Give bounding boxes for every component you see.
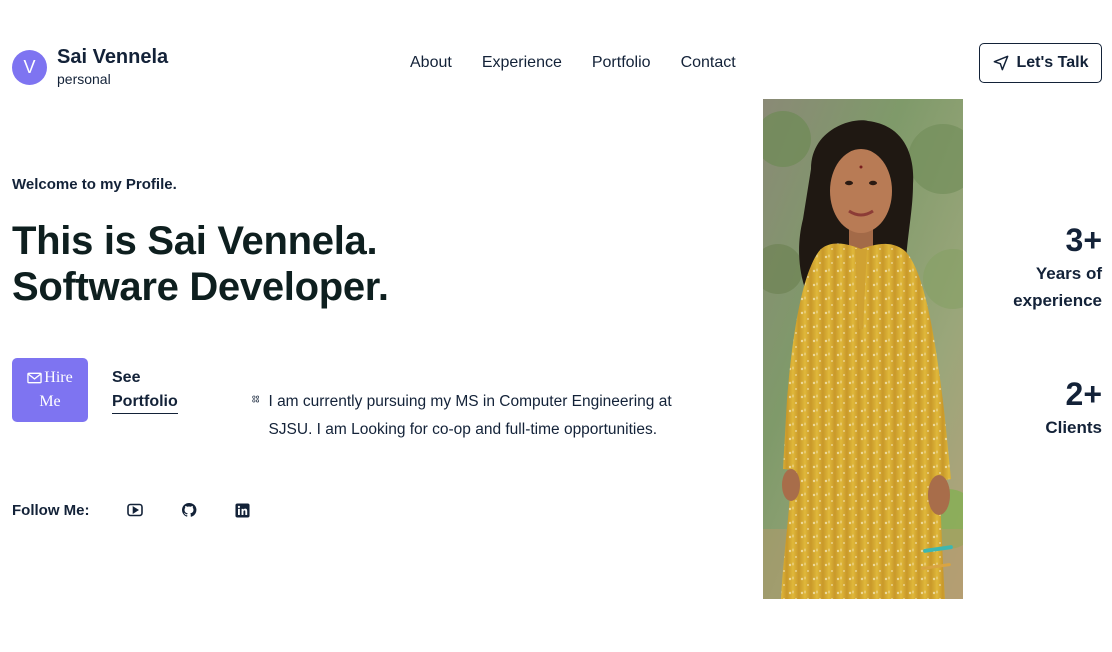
hire-label-2: Me <box>39 393 61 410</box>
stat-experience: 3+ Years of experience <box>1013 220 1102 314</box>
linkedin-icon <box>235 502 250 518</box>
github-link[interactable] <box>180 500 198 520</box>
social-links <box>126 500 288 520</box>
send-icon <box>993 55 1008 71</box>
stat-clients-value: 2+ <box>1065 376 1102 412</box>
headline-line-2: Software Developer. <box>12 265 389 309</box>
grid-icon <box>252 395 260 403</box>
intro-text: I am currently pursuing my MS in Compute… <box>268 393 672 438</box>
see-label-2: Portfolio <box>112 391 178 414</box>
hire-me-button[interactable]: Hire Me <box>12 358 88 422</box>
nav-portfolio[interactable]: Portfolio <box>592 53 651 73</box>
intro-description: I am currently pursuing my MS in Compute… <box>252 388 692 444</box>
stat-experience-value: 3+ <box>1065 222 1102 258</box>
hire-label-1: Hire <box>44 369 73 386</box>
stat-experience-label-1: Years of <box>1035 264 1102 283</box>
youtube-link[interactable] <box>126 500 144 520</box>
youtube-icon <box>126 503 143 517</box>
logo-text: Sai Vennela personal <box>57 46 168 88</box>
linkedin-link[interactable] <box>234 500 252 520</box>
headline-line-1: This is Sai Vennela. <box>12 219 378 263</box>
page-title: This is Sai Vennela. Software Developer. <box>12 218 389 310</box>
logo-name: Sai Vennela <box>57 46 169 68</box>
social-follow: Follow Me: <box>12 500 288 520</box>
github-icon <box>181 502 196 517</box>
stat-experience-label-2: experience <box>1013 291 1102 310</box>
profile-photo-illustration <box>763 99 963 599</box>
stat-clients-label: Clients <box>1045 418 1102 437</box>
lets-talk-button[interactable]: Let's Talk <box>979 43 1102 83</box>
see-portfolio-link[interactable]: See Portfolio <box>112 366 178 414</box>
follow-label: Follow Me: <box>12 501 90 519</box>
logo-subtitle: personal <box>57 71 111 87</box>
see-label-1: See <box>112 369 141 386</box>
logo[interactable]: V Sai Vennela personal <box>12 46 168 88</box>
stat-clients: 2+ Clients <box>1045 374 1102 441</box>
nav-about[interactable]: About <box>410 53 452 73</box>
nav-contact[interactable]: Contact <box>681 53 736 73</box>
lets-talk-label: Let's Talk <box>1016 54 1089 71</box>
profile-photo <box>763 99 963 599</box>
nav-experience[interactable]: Experience <box>482 53 562 73</box>
mail-icon <box>27 372 42 384</box>
logo-avatar: V <box>12 49 47 85</box>
welcome-text: Welcome to my Profile. <box>12 176 177 193</box>
main-nav: About Experience Portfolio Contact <box>410 53 766 73</box>
